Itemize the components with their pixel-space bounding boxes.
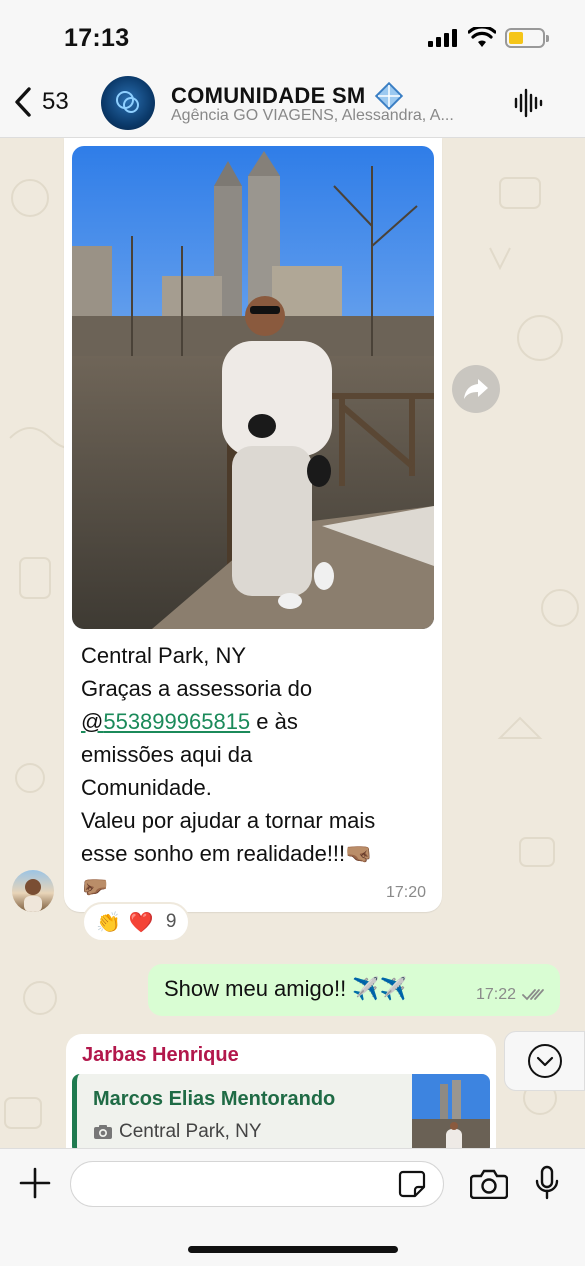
chevron-left-icon bbox=[15, 87, 31, 117]
group-avatar[interactable] bbox=[101, 76, 155, 130]
central-park-photo bbox=[72, 146, 434, 629]
message-time: 17:20 bbox=[385, 884, 426, 901]
reaction-clap: 👏 bbox=[96, 911, 121, 934]
message-time: 17:22 bbox=[475, 986, 516, 1003]
scroll-to-bottom-button[interactable] bbox=[504, 1031, 585, 1091]
forward-button[interactable] bbox=[452, 365, 500, 413]
sender-name[interactable]: Jarbas Henrique bbox=[82, 1044, 239, 1067]
voice-chat-icon[interactable] bbox=[513, 88, 543, 118]
caption-line: Valeu por ajudar a tornar mais bbox=[81, 808, 376, 833]
caption-line: 🤛🏽 bbox=[81, 874, 109, 899]
group-name: COMUNIDADE SM bbox=[171, 83, 366, 108]
chat-area[interactable]: Central Park, NY Graças a assessoria do … bbox=[0, 138, 585, 1148]
plus-icon[interactable] bbox=[18, 1166, 52, 1200]
incoming-photo-message[interactable]: Central Park, NY Graças a assessoria do … bbox=[64, 138, 442, 912]
battery-icon bbox=[505, 28, 549, 48]
caption-line: @553899965815 e às bbox=[81, 705, 431, 738]
quoted-text-row: Central Park, NY bbox=[93, 1121, 262, 1143]
chat-bubbles-icon bbox=[116, 91, 139, 113]
caption-line: esse sonho em realidade!!!🤜🏽 bbox=[81, 841, 373, 866]
reaction-count: 9 bbox=[165, 911, 177, 932]
sender-avatar[interactable] bbox=[12, 870, 54, 912]
status-bar: 17:13 bbox=[0, 0, 585, 76]
quoted-thumbnail bbox=[412, 1074, 490, 1148]
camera-icon bbox=[94, 1125, 112, 1139]
home-indicator[interactable] bbox=[188, 1246, 398, 1253]
mention-link[interactable]: @553899965815 bbox=[81, 709, 250, 734]
caption-line: emissões aqui da bbox=[81, 742, 253, 767]
outgoing-message[interactable]: Show meu amigo!! ✈️✈️ 17:22 bbox=[148, 964, 560, 1016]
message-photo[interactable] bbox=[72, 146, 434, 629]
caption-line: Graças a assessoria do bbox=[81, 676, 313, 701]
status-time: 17:13 bbox=[64, 24, 130, 52]
cellular-signal-icon bbox=[428, 29, 457, 47]
quoted-message[interactable]: Marcos Elias Mentorando Central Park, NY bbox=[72, 1074, 490, 1148]
mention-prefix: @ bbox=[81, 709, 104, 734]
chevron-down-icon bbox=[527, 1044, 562, 1078]
quoted-text: Central Park, NY bbox=[119, 1121, 262, 1142]
caption-text: e às bbox=[250, 709, 298, 734]
read-receipt-icon bbox=[522, 989, 544, 1001]
avatar-photo bbox=[24, 879, 42, 912]
caption-line: Comunidade. bbox=[81, 775, 212, 800]
wifi-icon bbox=[468, 27, 496, 47]
microphone-icon[interactable] bbox=[534, 1165, 560, 1201]
caption-line: Central Park, NY bbox=[81, 643, 247, 668]
message-input[interactable] bbox=[70, 1161, 444, 1207]
thumbnail-photo bbox=[412, 1074, 490, 1148]
quoted-author: Marcos Elias Mentorando bbox=[93, 1088, 336, 1110]
back-button[interactable]: 53 bbox=[12, 86, 69, 118]
sticker-icon[interactable] bbox=[398, 1170, 426, 1198]
group-members[interactable]: Agência GO VIAGENS, Alessandra, A... bbox=[171, 107, 496, 125]
mention-number: 553899965815 bbox=[103, 709, 251, 734]
reactions-pill[interactable]: 👏 ❤️ 9 bbox=[82, 902, 191, 942]
outgoing-message-text: Show meu amigo!! ✈️✈️ bbox=[164, 976, 408, 1001]
chat-header: 53 COMUNIDADE SM Agência GO VIAGENS, Ale… bbox=[0, 76, 585, 138]
forward-arrow-icon bbox=[464, 379, 488, 399]
unread-count: 53 bbox=[42, 88, 69, 115]
reaction-heart: ❤️ bbox=[128, 911, 154, 934]
camera-icon[interactable] bbox=[470, 1169, 508, 1199]
incoming-reply-message[interactable]: Jarbas Henrique Marcos Elias Mentorando … bbox=[66, 1034, 496, 1148]
message-caption: Central Park, NY Graças a assessoria do … bbox=[81, 639, 431, 903]
message-input-bar bbox=[0, 1148, 585, 1266]
